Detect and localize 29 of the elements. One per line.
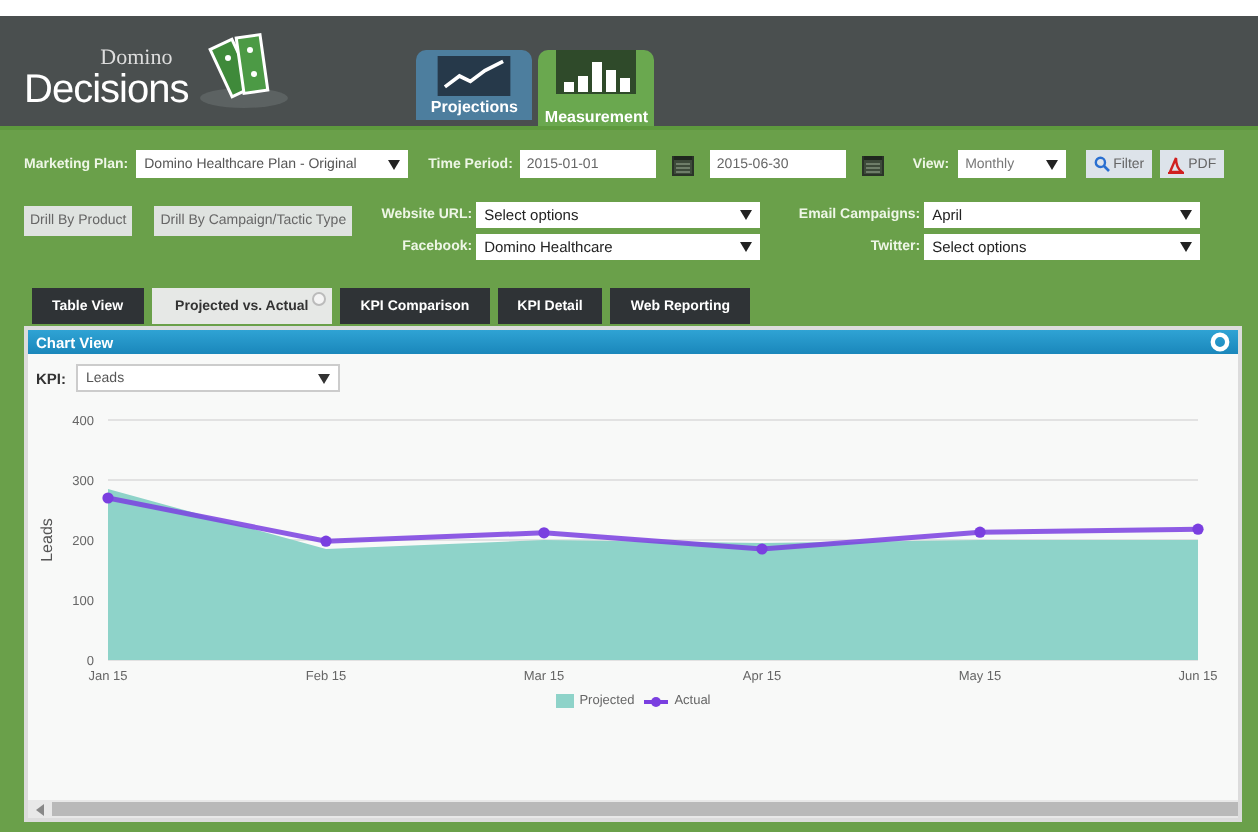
bar-chart-icon bbox=[556, 50, 637, 94]
calendar-icon[interactable] bbox=[672, 153, 695, 175]
legend-line-icon bbox=[644, 695, 669, 707]
search-icon bbox=[1093, 156, 1110, 172]
caret-icon bbox=[318, 373, 330, 383]
point bbox=[756, 543, 768, 555]
point bbox=[974, 526, 986, 538]
point bbox=[320, 535, 332, 547]
brand-name-top: Domino bbox=[100, 48, 173, 70]
caret-icon bbox=[740, 210, 753, 220]
point bbox=[102, 492, 114, 504]
caret-icon bbox=[1180, 210, 1193, 220]
caret-icon bbox=[740, 242, 753, 252]
close-icon[interactable] bbox=[312, 292, 327, 306]
settings-icon[interactable] bbox=[1210, 332, 1230, 352]
y-axis-title: Leads bbox=[38, 518, 56, 562]
nav-tab[interactable]: Projections bbox=[416, 50, 533, 120]
brand-name: Decisions bbox=[24, 70, 189, 110]
point bbox=[1192, 523, 1204, 535]
scroll-left-icon[interactable] bbox=[36, 803, 44, 815]
horizontal-scrollbar[interactable] bbox=[28, 800, 1238, 818]
legend-swatch bbox=[555, 694, 574, 708]
pdf-icon bbox=[1168, 155, 1185, 173]
scrollbar-thumb[interactable] bbox=[52, 802, 1238, 816]
caret-icon bbox=[1180, 242, 1193, 252]
caret-icon bbox=[1045, 159, 1058, 169]
calendar-icon[interactable] bbox=[862, 153, 885, 175]
point bbox=[538, 527, 550, 539]
caret-icon bbox=[388, 159, 401, 169]
